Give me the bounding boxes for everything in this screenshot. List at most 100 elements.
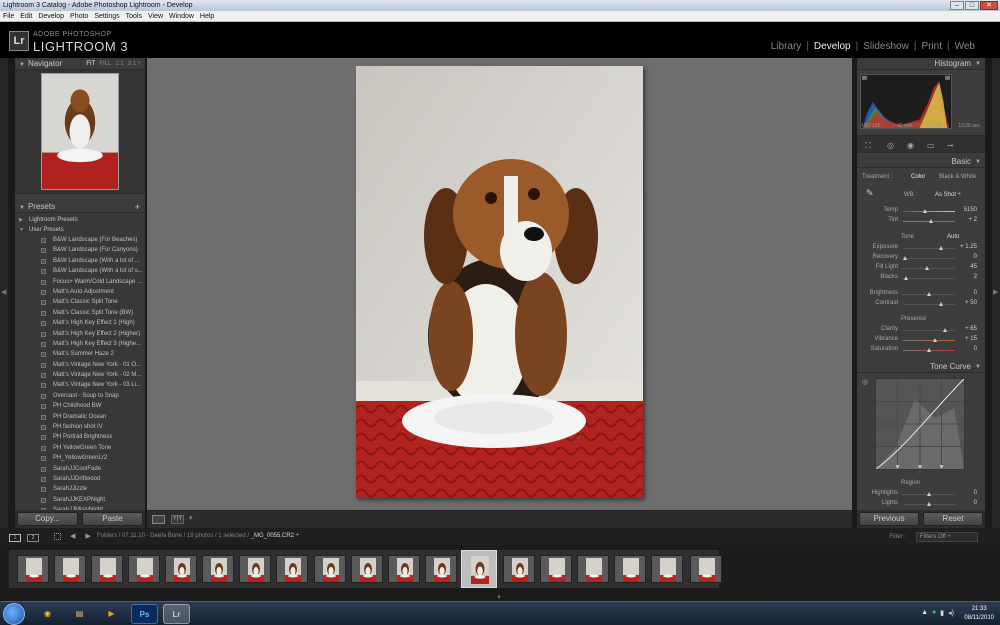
lightroom-task[interactable]: Lr <box>163 604 190 624</box>
temp-value[interactable]: 5150 <box>957 207 977 213</box>
menu-edit[interactable]: Edit <box>17 11 35 21</box>
temp-slider[interactable] <box>903 209 955 213</box>
filmstrip-thumbnail[interactable] <box>461 550 497 588</box>
preset-item[interactable]: B&W Landscape (For Canyons) <box>15 245 145 255</box>
blacks-knob[interactable] <box>904 276 908 280</box>
blacks-value[interactable]: 2 <box>957 274 977 280</box>
exposure-slider[interactable] <box>903 246 955 250</box>
menu-settings[interactable]: Settings <box>91 11 122 21</box>
tint-slider[interactable] <box>903 219 955 223</box>
vibrance-knob[interactable] <box>933 338 937 342</box>
chevron-down-icon[interactable]: ▾ <box>189 514 193 522</box>
fill-light-value[interactable]: 45 <box>957 264 977 270</box>
filmstrip-thumbnail[interactable] <box>202 555 234 583</box>
navigator-preview[interactable] <box>15 70 145 194</box>
module-web[interactable]: Web <box>950 41 980 52</box>
brightness-value[interactable]: 0 <box>957 290 977 296</box>
filmstrip-thumbnail[interactable] <box>577 555 609 583</box>
filmstrip-thumbnail[interactable] <box>614 555 646 583</box>
loupe-view-icon[interactable] <box>152 515 165 524</box>
tint-value[interactable]: + 2 <box>957 217 977 223</box>
preset-item[interactable]: Matt's High Key Effect 3 (Highe... <box>15 339 145 349</box>
navigation-arrows[interactable]: ◀ ▶ <box>70 532 95 540</box>
filmstrip-thumbnail[interactable] <box>17 555 49 583</box>
temp-knob[interactable] <box>923 209 927 213</box>
histogram-header[interactable]: Histogram ▼ <box>857 58 985 70</box>
saturation-knob[interactable] <box>927 348 931 352</box>
taskbar-clock[interactable]: 21:33 08/11/2010 <box>964 605 994 623</box>
filmstrip-thumbnail[interactable] <box>314 555 346 583</box>
breadcrumb-filename[interactable]: _MG_0055.CR2 ÷ <box>251 533 299 539</box>
wb-select[interactable]: As Shot ÷ <box>935 192 961 198</box>
start-button[interactable] <box>3 603 25 625</box>
highlights-knob[interactable] <box>927 492 931 496</box>
filmstrip-thumbnail[interactable] <box>503 555 535 583</box>
preset-item[interactable]: Matt's Vintage New York - 01 O... <box>15 360 145 370</box>
navigator-header[interactable]: ▼ Navigator FIT FILL 1:1 3:1 ÷ <box>15 58 145 70</box>
maximize-button[interactable]: □ <box>965 1 979 10</box>
source-breadcrumb[interactable]: Folders / 07.11.10 - Deefa Bone / 19 pho… <box>97 533 299 539</box>
preset-item[interactable]: Matt's Classic Split Tone <box>15 297 145 307</box>
preset-item[interactable]: Matt's Vintage New York - 02 M... <box>15 370 145 380</box>
graduated-filter-icon[interactable]: ▭ <box>927 141 935 150</box>
basic-header[interactable]: Basic ▼ <box>857 156 985 168</box>
filmstrip-thumbnail[interactable] <box>54 555 86 583</box>
treatment-color[interactable]: Color <box>911 174 925 180</box>
clarity-value[interactable]: + 65 <box>957 326 977 332</box>
chrome-icon[interactable]: ◉ <box>34 604 61 624</box>
menu-help[interactable]: Help <box>197 11 217 21</box>
lights-value[interactable]: 0 <box>957 500 977 506</box>
menu-develop[interactable]: Develop <box>35 11 67 21</box>
saturation-value[interactable]: 0 <box>957 346 977 352</box>
fill-light-knob[interactable] <box>925 266 929 270</box>
lights-knob[interactable] <box>927 502 931 506</box>
vibrance-value[interactable]: + 15 <box>957 336 977 342</box>
filter-select[interactable]: Filters Off ÷ <box>916 532 978 542</box>
preset-item[interactable]: SarahJJCoolFade <box>15 464 145 474</box>
main-photo[interactable] <box>356 66 643 498</box>
preset-item[interactable]: PH_YellowGreenLr2 <box>15 453 145 463</box>
preset-item[interactable]: PH Childhood BW <box>15 401 145 411</box>
preset-item[interactable]: PH Dramatic Ocean <box>15 412 145 422</box>
menu-file[interactable]: File <box>0 11 17 21</box>
filmstrip-thumbnail[interactable] <box>690 555 722 583</box>
histogram-graph[interactable] <box>860 74 952 129</box>
preset-item[interactable]: B&W Landscape (For Beaches) <box>15 235 145 245</box>
filmstrip-thumbnail[interactable] <box>540 555 572 583</box>
preset-item[interactable]: Matt's Vintage New York - 03 Li... <box>15 380 145 390</box>
preset-item[interactable]: SarahJJKEXPNight <box>15 495 145 505</box>
filmstrip-thumbnail[interactable] <box>351 555 383 583</box>
close-button[interactable]: ✕ <box>980 1 998 10</box>
preset-item[interactable]: Matt's Summer Haze 2 <box>15 349 145 359</box>
navigator-thumbnail[interactable] <box>41 73 119 190</box>
preset-item[interactable]: SarahJJDriftwood <box>15 474 145 484</box>
preset-item[interactable]: Overcast - Soup to Snap <box>15 391 145 401</box>
brightness-knob[interactable] <box>927 292 931 296</box>
saturation-slider[interactable] <box>903 348 955 352</box>
filmstrip[interactable] <box>0 545 1000 593</box>
preset-item[interactable]: Focus+ Warm/Cold Landscape ... <box>15 277 145 287</box>
highlights-value[interactable]: 0 <box>957 490 977 496</box>
zoom-1-1[interactable]: 1:1 <box>115 58 123 70</box>
brightness-slider[interactable] <box>903 292 955 296</box>
filmstrip-thumbnail[interactable] <box>128 555 160 583</box>
tone-curve-header[interactable]: Tone Curve ▼ <box>857 361 985 373</box>
module-library[interactable]: Library <box>766 41 807 52</box>
filmstrip-thumbnail[interactable] <box>425 555 457 583</box>
red-eye-icon[interactable]: ◉ <box>907 141 914 150</box>
preset-item[interactable]: PH fashion shot IV <box>15 422 145 432</box>
crop-icon[interactable]: ⛶ <box>865 141 871 151</box>
white-balance-selector-icon[interactable]: ✎ <box>866 188 874 199</box>
left-panel-grip[interactable]: ◀ <box>0 58 8 528</box>
treatment-bw[interactable]: Black & White <box>939 174 976 180</box>
zoom-3-1[interactable]: 3:1 ÷ <box>128 58 141 70</box>
spot-removal-icon[interactable]: ◎ <box>887 141 894 150</box>
preset-folder-lightroom[interactable]: ▶ Lightroom Presets <box>15 215 145 225</box>
contrast-value[interactable]: + 50 <box>957 300 977 306</box>
preset-item[interactable]: SarahJJizzle <box>15 484 145 494</box>
reset-button[interactable]: Reset <box>923 512 983 526</box>
presets-header[interactable]: ▼ Presets + <box>15 201 145 213</box>
clarity-knob[interactable] <box>943 328 947 332</box>
preset-item[interactable]: Matt's High Key Effect 2 (Higher) <box>15 329 145 339</box>
grid-view-icon[interactable] <box>54 533 61 540</box>
